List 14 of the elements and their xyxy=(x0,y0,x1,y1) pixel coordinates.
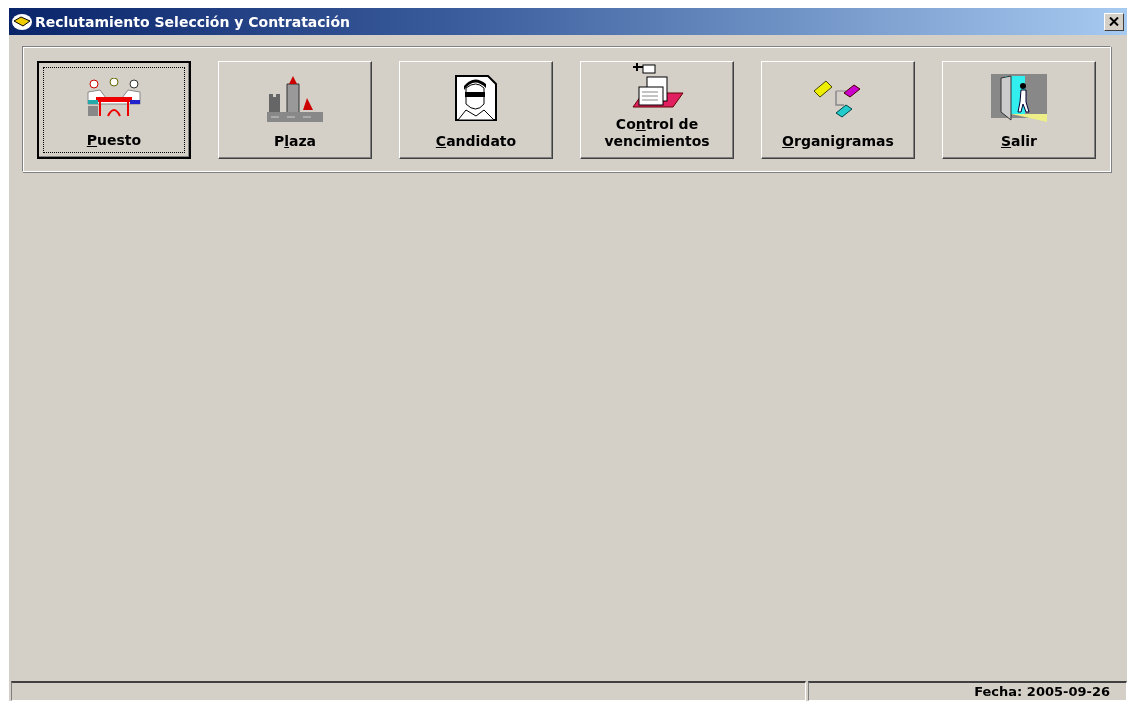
close-icon xyxy=(1109,17,1119,26)
toolbar-button[interactable]: Puesto xyxy=(37,61,191,159)
toolbar-button[interactable]: Control de vencimientos xyxy=(580,61,734,159)
person-portrait-icon xyxy=(454,73,498,122)
meeting-icon xyxy=(86,77,142,118)
close-button[interactable] xyxy=(1104,12,1124,31)
toolbar-button[interactable]: Candidato xyxy=(399,61,553,159)
toolbar-button[interactable]: Salir xyxy=(942,61,1096,159)
status-date: Fecha: 2005-09-26 xyxy=(808,681,1127,701)
toolbar-button[interactable]: Plaza xyxy=(218,61,372,159)
toolbar-button[interactable]: Organigramas xyxy=(761,61,915,159)
app-logo-icon xyxy=(11,12,33,31)
window-title: Reclutamiento Selección y Contratación xyxy=(35,13,351,30)
exit-door-icon xyxy=(991,73,1047,122)
